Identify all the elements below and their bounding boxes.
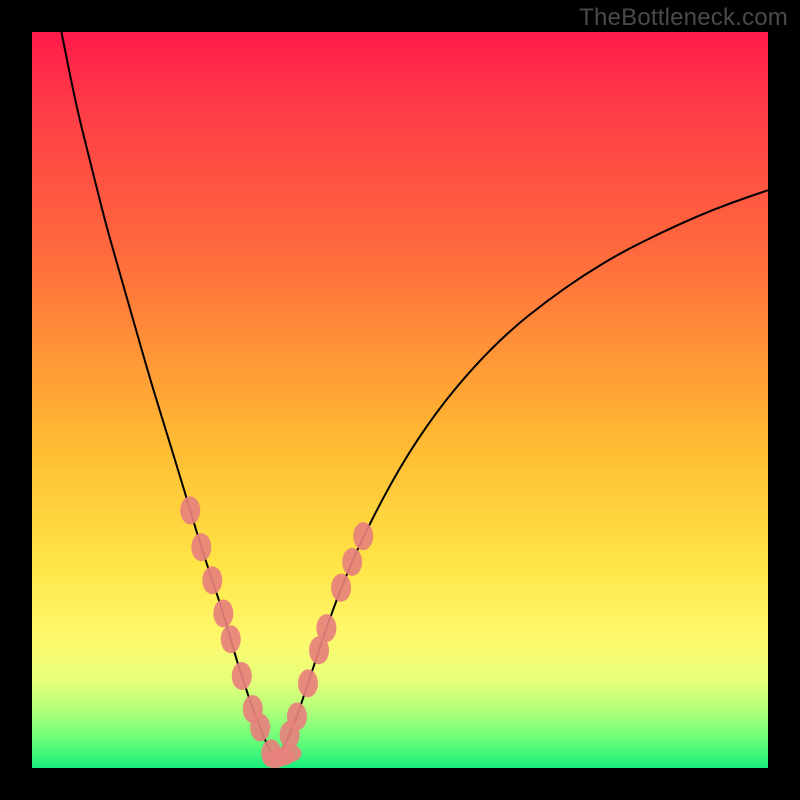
data-marker	[221, 625, 241, 653]
chart-svg	[32, 32, 768, 768]
data-marker	[232, 662, 252, 690]
data-marker	[180, 496, 200, 524]
chart-frame: TheBottleneck.com	[0, 0, 800, 800]
data-marker	[278, 744, 302, 762]
data-marker	[298, 669, 318, 697]
markers-right	[280, 522, 374, 749]
watermark-text: TheBottleneck.com	[579, 4, 788, 32]
data-marker	[342, 548, 362, 576]
data-marker	[316, 614, 336, 642]
data-marker	[331, 574, 351, 602]
data-marker	[213, 599, 233, 627]
data-marker	[202, 566, 222, 594]
curve-right-branch	[275, 190, 768, 759]
data-marker	[287, 702, 307, 730]
data-marker	[353, 522, 373, 550]
markers-left	[180, 496, 281, 767]
data-marker	[250, 714, 270, 742]
curve-left-branch	[61, 32, 274, 759]
data-marker	[191, 533, 211, 561]
plot-area	[32, 32, 768, 768]
